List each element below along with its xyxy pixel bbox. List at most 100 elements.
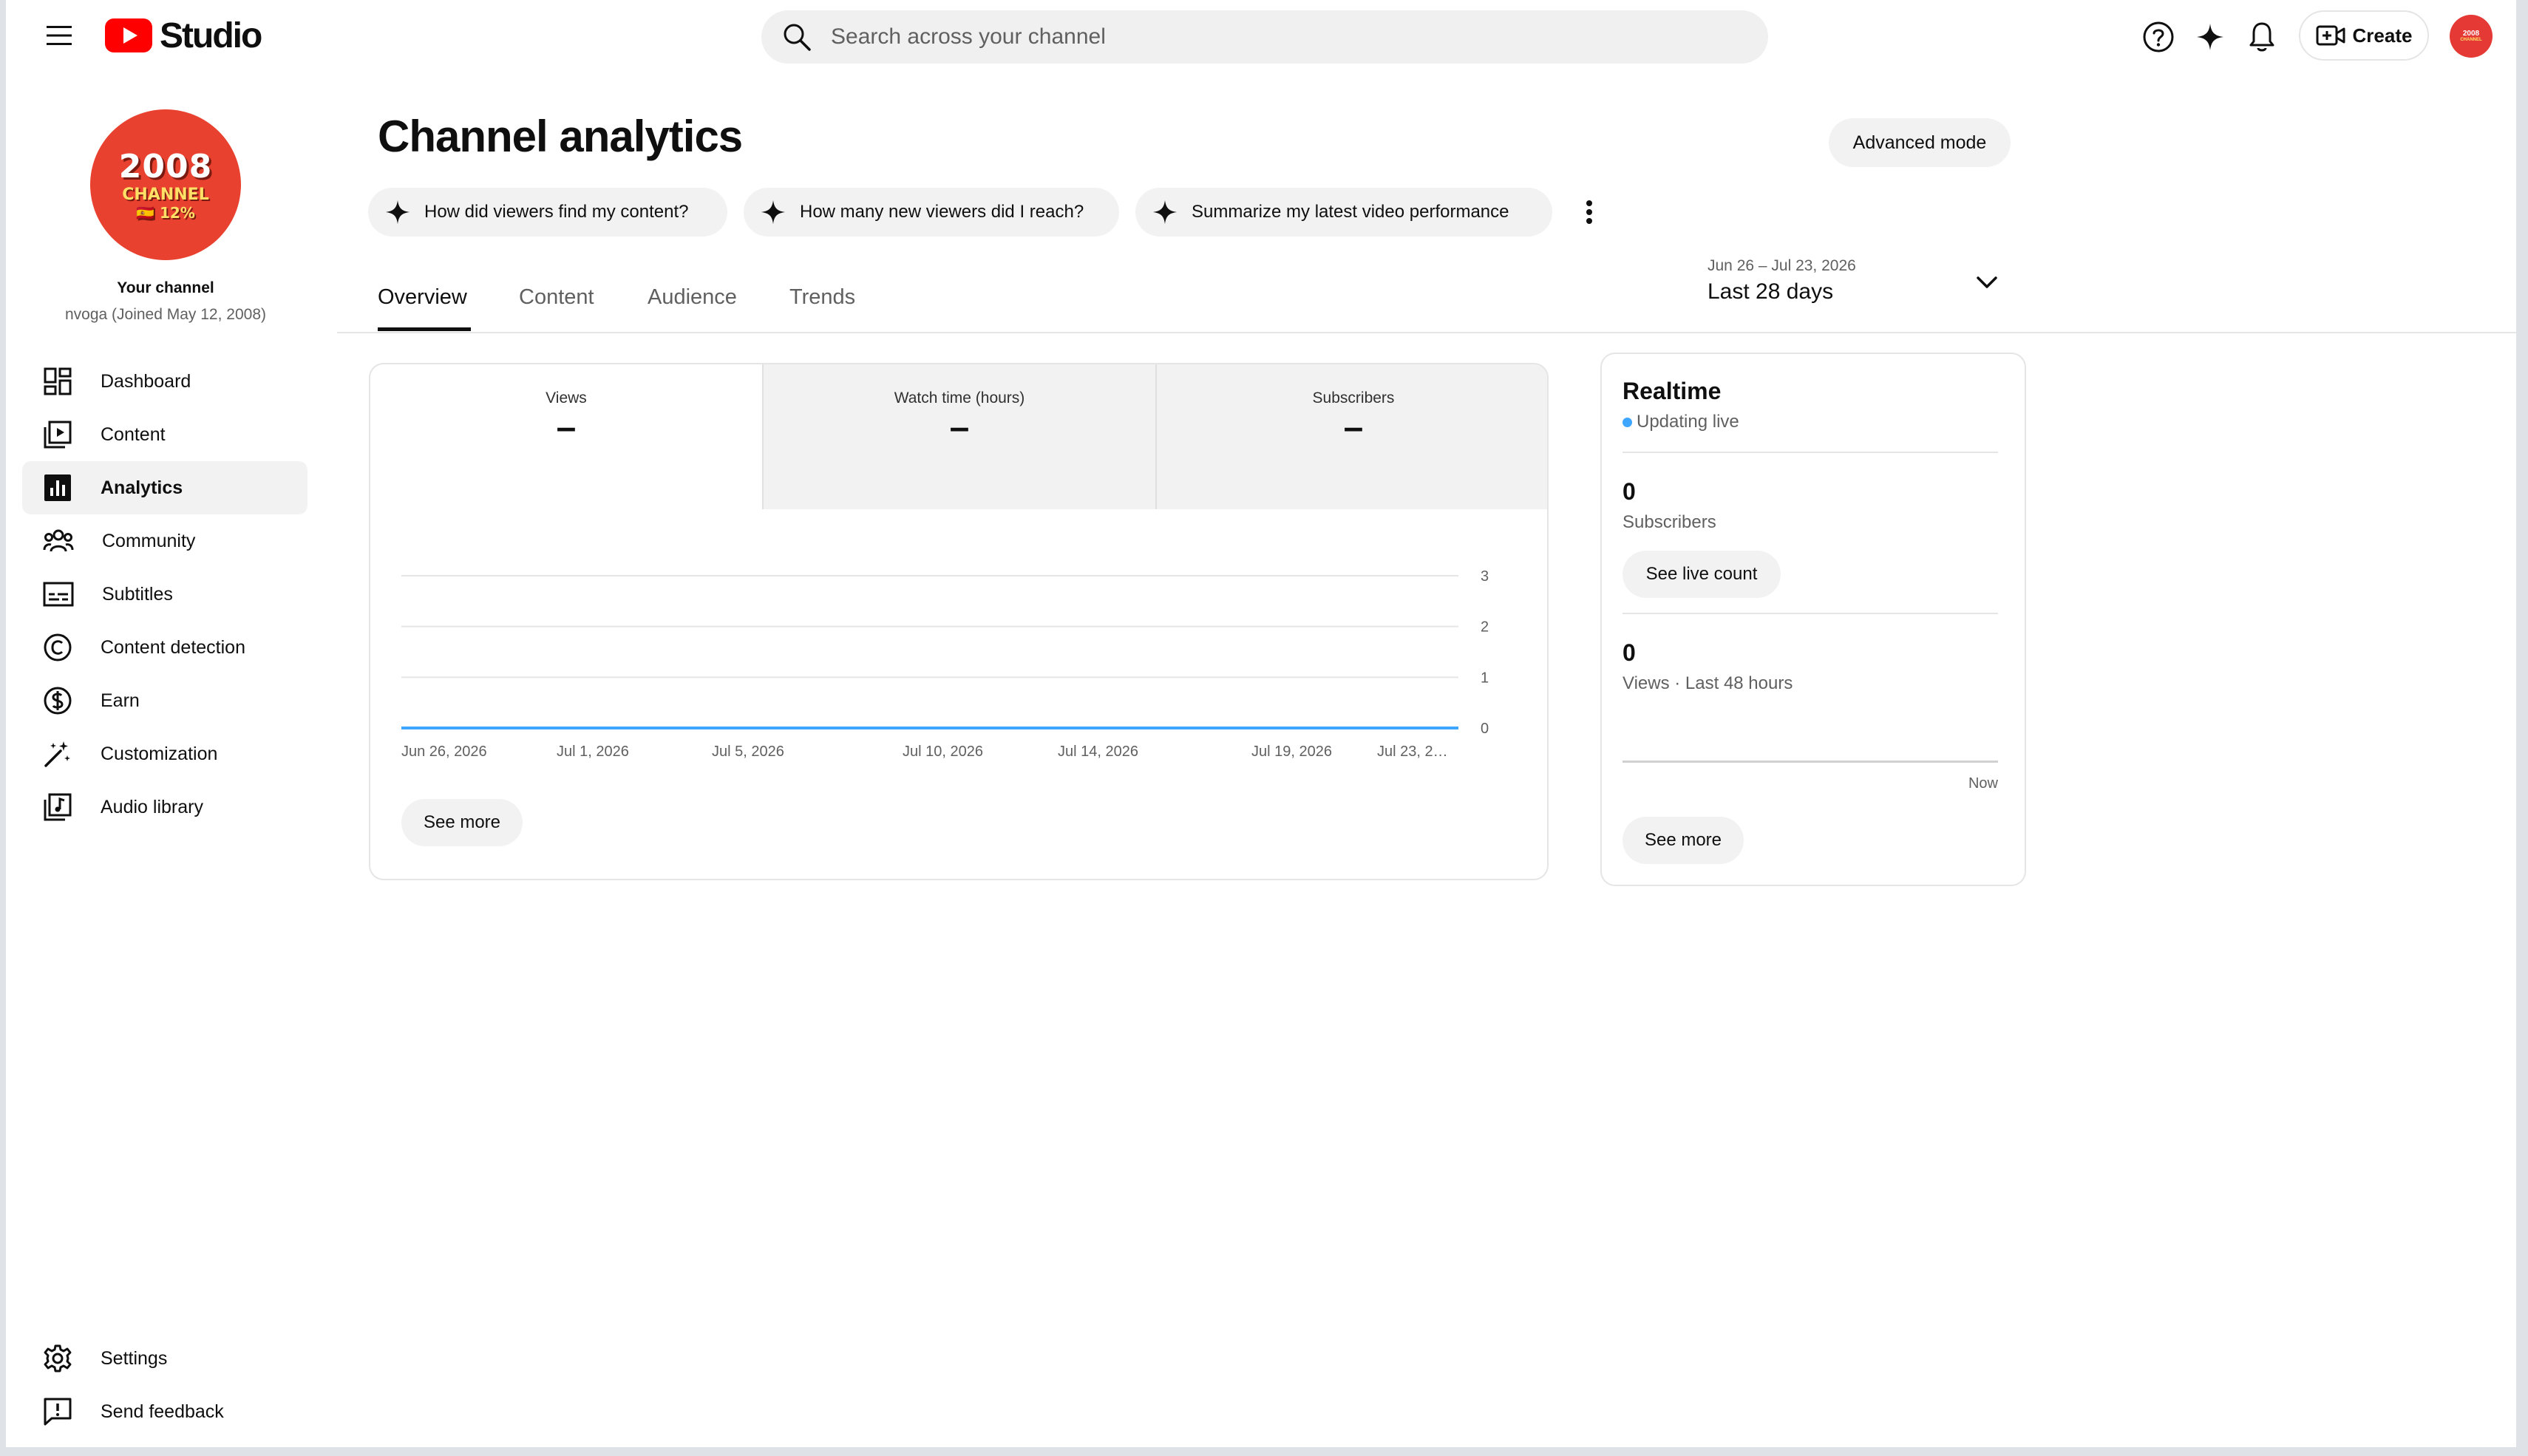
advanced-mode-button[interactable]: Advanced mode: [1829, 118, 2011, 167]
account-avatar[interactable]: 2008 CHANNEL: [2450, 15, 2493, 58]
suggestion-chip-traffic[interactable]: How did viewers find my content?: [368, 188, 727, 237]
tab-trends[interactable]: Trends: [789, 285, 855, 310]
create-button[interactable]: Create: [2299, 10, 2429, 61]
x-tick-label: Jul 14, 2026: [1058, 744, 1138, 760]
tabs-divider: [337, 332, 2516, 333]
metric-tab-watch-time[interactable]: Watch time (hours) –: [762, 364, 1155, 509]
search-bar[interactable]: [761, 10, 1768, 64]
sidebar-item-content[interactable]: Content: [22, 408, 307, 461]
x-tick-label: Jul 5, 2026: [712, 744, 784, 760]
channel-avatar-percent: 🇪🇸 12%: [136, 204, 195, 222]
sidebar-item-send-feedback[interactable]: Send feedback: [22, 1385, 307, 1438]
top-bar: Studio Create 2008: [6, 0, 2516, 71]
avatar-text-top: 2008: [2462, 30, 2480, 38]
x-tick-label: Jul 1, 2026: [557, 744, 629, 760]
analytics-icon: [44, 474, 71, 501]
youtube-logo-icon: [105, 18, 152, 52]
channel-handle: nvoga (Joined May 12, 2008): [64, 306, 266, 323]
live-dot-icon: [1623, 417, 1632, 427]
divider: [1623, 613, 1998, 614]
sidebar-item-label: Settings: [101, 1347, 168, 1369]
more-options-icon[interactable]: [1574, 191, 1604, 234]
metric-label: Watch time (hours): [894, 389, 1025, 406]
metric-value: –: [949, 408, 970, 447]
chip-label: How many new viewers did I reach?: [800, 202, 1084, 222]
see-more-button[interactable]: See more: [401, 799, 523, 846]
sidebar-item-label: Customization: [101, 743, 218, 764]
chip-label: Summarize my latest video performance: [1192, 202, 1509, 222]
sidebar-item-dashboard[interactable]: Dashboard: [22, 355, 307, 408]
notifications-bell-icon[interactable]: [2241, 16, 2283, 58]
tab-audience[interactable]: Audience: [648, 285, 737, 310]
sidebar-item-customization[interactable]: Customization: [22, 727, 307, 780]
sparkle-icon[interactable]: [2189, 16, 2231, 58]
sidebar: 2008 CHANNEL 🇪🇸 12% Your channel nvoga (…: [6, 71, 331, 1447]
y-tick-label: 1: [1481, 670, 1489, 686]
metric-tab-subscribers[interactable]: Subscribers –: [1155, 364, 1547, 509]
suggestion-chip-summarize[interactable]: Summarize my latest video performance: [1135, 188, 1552, 237]
realtime-now-label: Now: [1968, 775, 1998, 792]
video-plus-icon: [2316, 25, 2345, 46]
hamburger-menu-icon[interactable]: [35, 18, 83, 53]
community-icon: [43, 529, 74, 552]
metric-tab-views[interactable]: Views –: [370, 364, 762, 509]
avatar-text-bottom: CHANNEL: [2460, 38, 2482, 43]
sidebar-item-community[interactable]: Community: [22, 514, 307, 568]
sidebar-item-label: Analytics: [101, 477, 183, 498]
realtime-views-value: 0: [1623, 639, 1636, 666]
sparkle-icon: [761, 200, 786, 225]
sidebar-item-earn[interactable]: Earn: [22, 674, 307, 727]
dollar-icon: [44, 687, 72, 715]
copyright-icon: [44, 633, 72, 661]
logo-text: Studio: [160, 16, 262, 55]
realtime-views-label: Views · Last 48 hours: [1623, 673, 1793, 693]
magic-wand-icon: [44, 741, 70, 767]
studio-logo[interactable]: Studio: [105, 16, 262, 55]
y-tick-label: 0: [1481, 721, 1489, 737]
see-live-count-button[interactable]: See live count: [1623, 551, 1781, 598]
suggestion-chip-new-viewers[interactable]: How many new viewers did I reach?: [744, 188, 1119, 237]
sidebar-item-analytics[interactable]: Analytics: [22, 461, 307, 514]
sidebar-item-label: Dashboard: [101, 370, 191, 392]
sidebar-item-label: Earn: [101, 690, 140, 711]
y-tick-label: 2: [1481, 619, 1489, 636]
channel-avatar-word: CHANNEL: [122, 186, 209, 204]
realtime-subscribers-value: 0: [1623, 478, 1636, 505]
page-title: Channel analytics: [378, 112, 743, 161]
tab-overview[interactable]: Overview: [378, 285, 467, 310]
sidebar-item-audio-library[interactable]: Audio library: [22, 780, 307, 834]
search-icon: [784, 24, 811, 51]
x-tick-label: Jul 10, 2026: [903, 744, 983, 760]
your-channel-label: Your channel: [117, 279, 214, 296]
channel-avatar-year: 2008: [118, 148, 213, 186]
realtime-title: Realtime: [1623, 378, 1722, 404]
divider: [1623, 452, 1998, 453]
metric-label: Views: [546, 389, 587, 406]
studio-window: Studio Create 2008: [6, 0, 2516, 1447]
sparkle-icon: [1152, 200, 1178, 225]
x-tick-label: Jul 19, 2026: [1251, 744, 1332, 760]
chip-label: How did viewers find my content?: [424, 202, 689, 222]
date-range-picker[interactable]: Jun 26 – Jul 23, 2026 Last 28 days: [1700, 251, 2011, 318]
sidebar-item-label: Audio library: [101, 796, 203, 817]
see-more-button[interactable]: See more: [1623, 817, 1744, 864]
tab-content[interactable]: Content: [519, 285, 594, 310]
metric-value: –: [1343, 408, 1364, 447]
sidebar-item-label: Send feedback: [101, 1401, 224, 1422]
channel-avatar[interactable]: 2008 CHANNEL 🇪🇸 12%: [90, 109, 241, 260]
dashboard-icon: [44, 367, 72, 395]
active-tab-indicator: [378, 327, 471, 331]
sidebar-item-label: Content detection: [101, 636, 245, 658]
views-line-chart: 0 1 2 3 Jun 26, 2026 Jul 1, 2026 Jul 5, 2026 Ju…: [401, 568, 1489, 760]
subtitles-icon: [43, 582, 74, 607]
live-status-text: Updating live: [1637, 412, 1739, 432]
realtime-card: Realtime Updating live 0 Subscribers See…: [1600, 353, 2026, 886]
metrics-card: Views – Watch time (hours) – Subscribers…: [369, 363, 1549, 880]
sidebar-item-settings[interactable]: Settings: [22, 1332, 307, 1385]
search-input[interactable]: [831, 24, 1718, 50]
sidebar-item-content-detection[interactable]: Content detection: [22, 621, 307, 674]
help-icon[interactable]: [2138, 16, 2179, 58]
y-tick-label: 3: [1481, 568, 1489, 585]
sidebar-item-label: Content: [101, 423, 166, 445]
sidebar-item-subtitles[interactable]: Subtitles: [22, 568, 307, 621]
